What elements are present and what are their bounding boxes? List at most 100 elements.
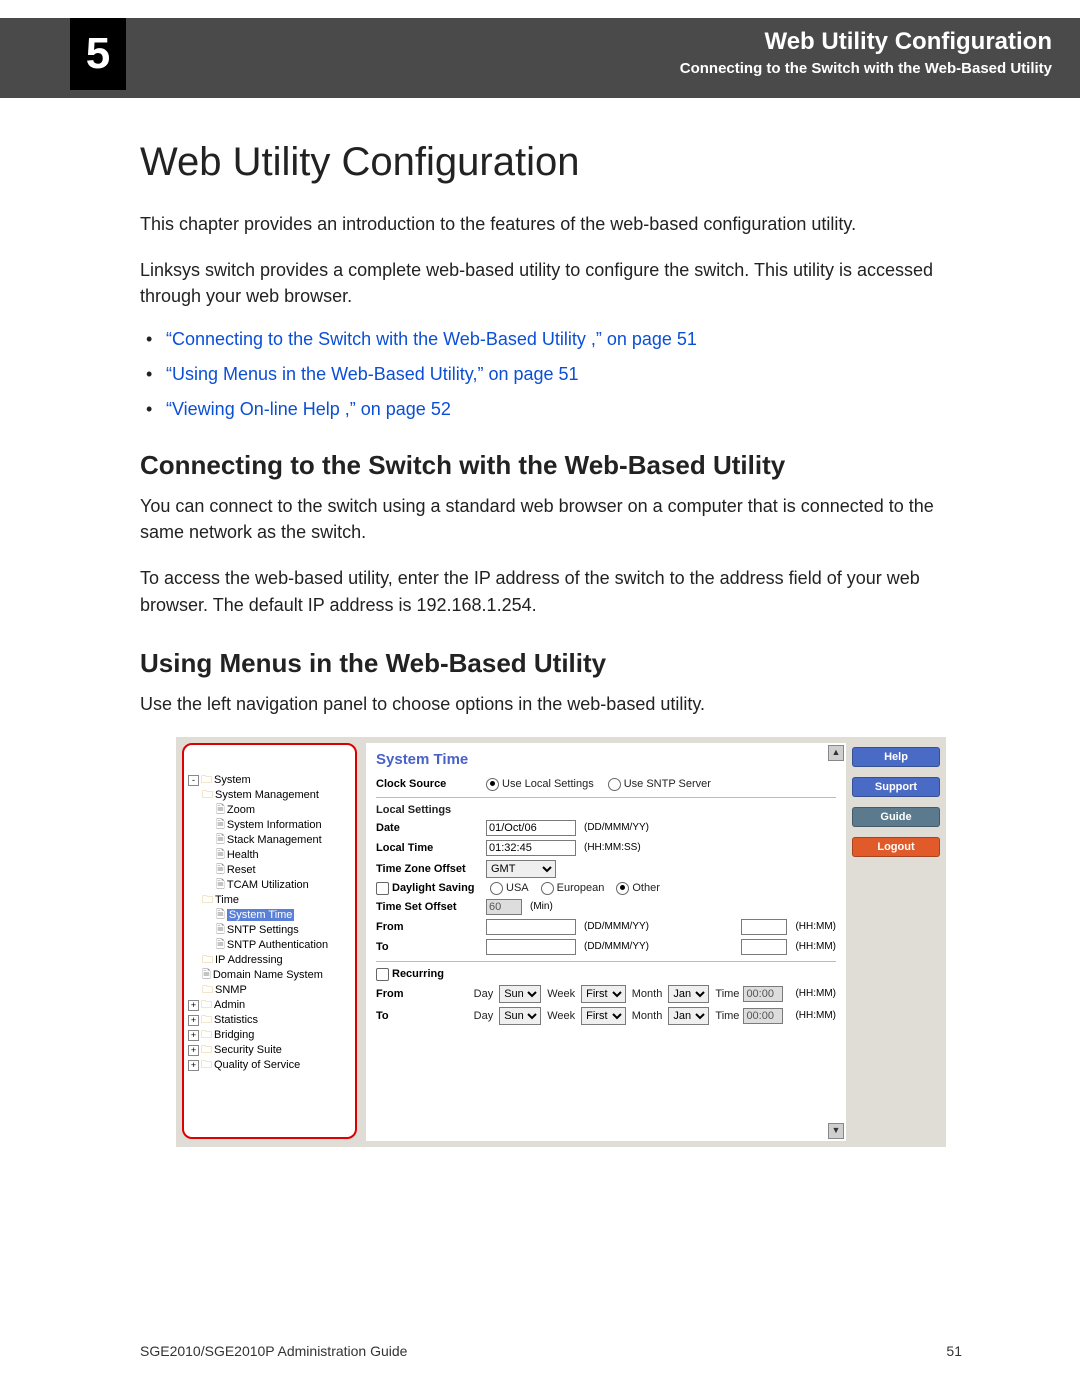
radio-label: Use SNTP Server — [624, 778, 711, 790]
from-time-input[interactable] — [741, 919, 787, 935]
page-footer: SGE2010/SGE2010P Administration Guide 51 — [140, 1343, 962, 1359]
chapter-title: Web Utility Configuration — [680, 28, 1052, 56]
tree-item[interactable]: 🗀IP Addressing — [188, 953, 351, 968]
radio-label: Other — [632, 882, 660, 894]
field-label: Daylight Saving — [392, 882, 490, 894]
tree-item[interactable]: 🗎SNTP Authentication — [188, 938, 351, 953]
tree-item[interactable]: +🗀Statistics — [188, 1013, 351, 1028]
field-hint: (DD/MMM/YY) — [584, 822, 649, 833]
tree-item[interactable]: 🗀Time — [188, 893, 351, 908]
chapter-subtitle: Connecting to the Switch with the Web-Ba… — [680, 60, 1052, 77]
chapter-header: 5 Web Utility Configuration Connecting t… — [0, 18, 1080, 98]
xref-link[interactable]: “Connecting to the Switch with the Web-B… — [166, 329, 697, 349]
field-hint: (HH:MM) — [795, 988, 836, 999]
tree-item[interactable]: 🗎Domain Name System — [188, 968, 351, 983]
footer-right: 51 — [946, 1343, 962, 1359]
radio-other[interactable] — [616, 882, 629, 895]
field-label: Date — [376, 822, 486, 834]
tree-item[interactable]: 🗎Zoom — [188, 803, 351, 818]
tree-item[interactable]: 🗀SNMP — [188, 983, 351, 998]
logout-button[interactable]: Logout — [852, 837, 940, 857]
paragraph: Use the left navigation panel to choose … — [140, 691, 962, 717]
tree-item[interactable]: +🗀Admin — [188, 998, 351, 1013]
panel-title: System Time — [376, 751, 836, 768]
from-month-select[interactable]: Jan — [668, 985, 709, 1003]
xref-link[interactable]: “Using Menus in the Web-Based Utility,” … — [166, 364, 579, 384]
tree-item[interactable]: 🗎Reset — [188, 863, 351, 878]
mini-label: Week — [547, 1010, 575, 1022]
tree-item[interactable]: -🗀System — [188, 773, 351, 788]
field-label: To — [376, 1010, 474, 1022]
radio-local-settings[interactable] — [486, 778, 499, 791]
scroll-up-button[interactable]: ▲ — [828, 745, 844, 761]
page-title: Web Utility Configuration — [140, 140, 962, 185]
radio-sntp-server[interactable] — [608, 778, 621, 791]
from-day-select[interactable]: Sun — [499, 985, 541, 1003]
field-hint: (HH:MM) — [795, 1010, 836, 1021]
mini-label: Week — [547, 988, 575, 1000]
footer-left: SGE2010/SGE2010P Administration Guide — [140, 1343, 407, 1359]
paragraph: You can connect to the switch using a st… — [140, 493, 962, 545]
scroll-down-button[interactable]: ▼ — [828, 1123, 844, 1139]
xref-link[interactable]: “Viewing On-line Help ,” on page 52 — [166, 399, 451, 419]
radio-label: Use Local Settings — [502, 778, 594, 790]
to-time-input[interactable] — [741, 939, 787, 955]
field-hint: (HH:MM) — [795, 921, 836, 932]
from-time-field — [743, 986, 783, 1002]
to-date-input[interactable] — [486, 939, 576, 955]
field-label: From — [376, 988, 474, 1000]
chapter-heading: Web Utility Configuration Connecting to … — [680, 28, 1052, 77]
mini-label: Time — [715, 988, 739, 1000]
chapter-number: 5 — [70, 18, 126, 90]
nav-tree: -🗀System🗀System Management🗎Zoom🗎System I… — [182, 743, 357, 1139]
mini-label: Day — [474, 988, 494, 1000]
field-label: Time Zone Offset — [376, 863, 486, 875]
radio-usa[interactable] — [490, 882, 503, 895]
subsection-label: Local Settings — [376, 804, 836, 816]
date-input[interactable] — [486, 820, 576, 836]
tree-item[interactable]: 🗎System Time — [188, 908, 351, 923]
to-week-select[interactable]: First — [581, 1007, 626, 1025]
from-week-select[interactable]: First — [581, 985, 626, 1003]
radio-label: European — [557, 882, 605, 894]
tree-item[interactable]: 🗎Health — [188, 848, 351, 863]
from-date-input[interactable] — [486, 919, 576, 935]
section-heading: Connecting to the Switch with the Web-Ba… — [140, 450, 962, 481]
recurring-checkbox[interactable] — [376, 968, 389, 981]
radio-european[interactable] — [541, 882, 554, 895]
field-hint: (DD/MMM/YY) — [584, 941, 649, 952]
radio-label: USA — [506, 882, 529, 894]
to-day-select[interactable]: Sun — [499, 1007, 541, 1025]
time-set-offset-input — [486, 899, 522, 915]
tree-item[interactable]: 🗎SNTP Settings — [188, 923, 351, 938]
support-button[interactable]: Support — [852, 777, 940, 797]
paragraph: Linksys switch provides a complete web-b… — [140, 257, 962, 309]
field-label: Local Time — [376, 842, 486, 854]
daylight-saving-checkbox[interactable] — [376, 882, 389, 895]
tree-item[interactable]: 🗎TCAM Utilization — [188, 878, 351, 893]
field-label: Clock Source — [376, 778, 486, 790]
tree-item[interactable]: 🗎Stack Management — [188, 833, 351, 848]
to-month-select[interactable]: Jan — [668, 1007, 709, 1025]
paragraph: This chapter provides an introduction to… — [140, 211, 962, 237]
tree-item[interactable]: 🗎System Information — [188, 818, 351, 833]
tree-item[interactable]: +🗀Quality of Service — [188, 1058, 351, 1073]
tree-item[interactable]: +🗀Security Suite — [188, 1043, 351, 1058]
local-time-input[interactable] — [486, 840, 576, 856]
field-hint: (HH:MM) — [795, 941, 836, 952]
mini-label: Month — [632, 1010, 663, 1022]
tree-item[interactable]: 🗀System Management — [188, 788, 351, 803]
tree-item[interactable]: +🗀Bridging — [188, 1028, 351, 1043]
field-hint: (DD/MMM/YY) — [584, 921, 649, 932]
field-label: To — [376, 941, 486, 953]
guide-button[interactable]: Guide — [852, 807, 940, 827]
form-panel: System Time Clock Source Use Local Setti… — [366, 743, 846, 1141]
field-label: Recurring — [392, 968, 502, 980]
field-label: From — [376, 921, 486, 933]
embedded-screenshot: -🗀System🗀System Management🗎Zoom🗎System I… — [176, 737, 946, 1147]
field-hint: (HH:MM:SS) — [584, 842, 641, 853]
timezone-select[interactable]: GMT — [486, 860, 556, 878]
field-label: Time Set Offset — [376, 901, 486, 913]
section-heading: Using Menus in the Web-Based Utility — [140, 648, 962, 679]
help-button[interactable]: Help — [852, 747, 940, 767]
